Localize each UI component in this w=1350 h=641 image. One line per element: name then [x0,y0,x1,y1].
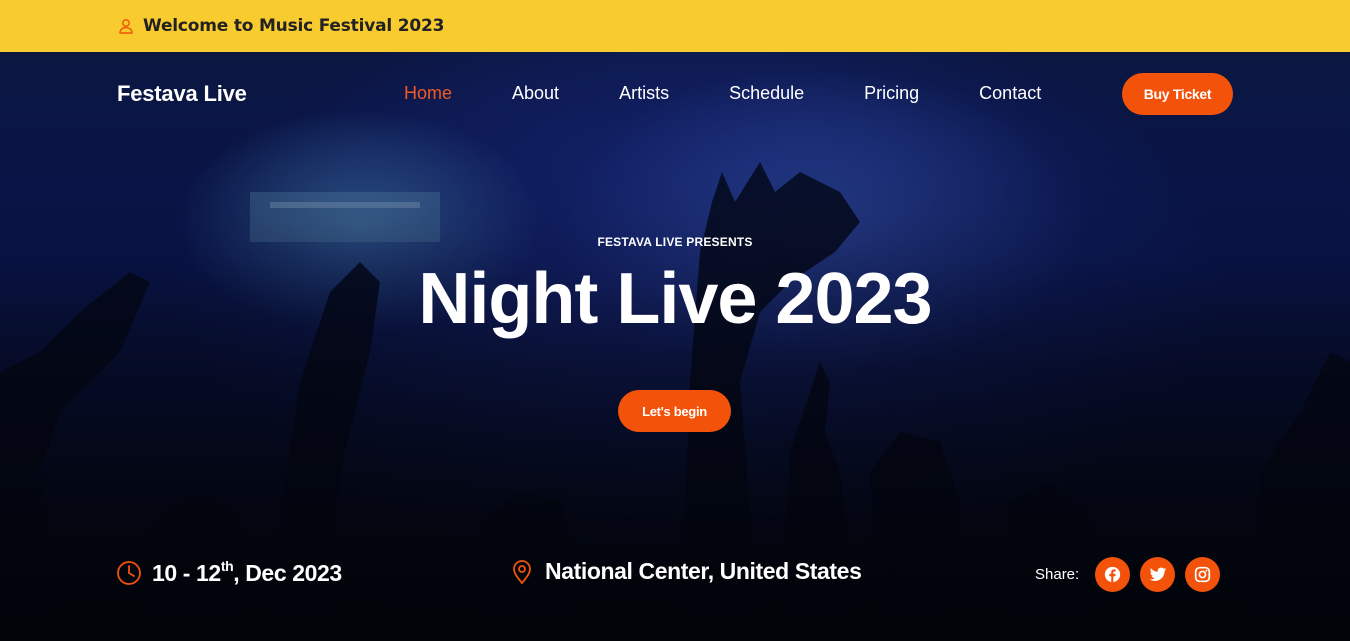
user-icon [118,18,134,34]
date-end: , Dec 2023 [233,560,342,586]
map-pin-icon [509,559,535,585]
welcome-topbar: Welcome to Music Festival 2023 [0,0,1350,52]
hero-presents: FESTAVA LIVE PRESENTS [597,235,753,249]
crowd-background [0,52,1350,641]
event-location: National Center, United States [509,558,862,585]
clock-icon [116,560,142,586]
nav-home[interactable]: Home [404,83,452,104]
share-group: Share: [1035,557,1230,592]
nav-about[interactable]: About [512,83,559,104]
welcome-text: Welcome to Music Festival 2023 [143,16,445,36]
nav-schedule[interactable]: Schedule [729,83,804,104]
date-start: 10 - 12 [152,560,221,586]
main-nav: Home About Artists Schedule Pricing Cont… [404,83,1101,104]
twitter-icon[interactable] [1140,557,1176,592]
nav-artists[interactable]: Artists [619,83,669,104]
nav-contact[interactable]: Contact [979,83,1041,104]
event-date-text: 10 - 12th, Dec 2023 [152,558,342,587]
buy-ticket-button[interactable]: Buy Ticket [1122,73,1233,115]
nav-pricing[interactable]: Pricing [864,83,919,104]
lets-begin-button[interactable]: Let's begin [618,390,731,432]
hero-title: Night Live 2023 [418,259,932,339]
facebook-icon[interactable] [1095,557,1131,592]
share-label: Share: [1035,566,1080,583]
site-logo[interactable]: Festava Live [117,81,247,107]
date-suffix: th [220,558,234,574]
hero-section: Festava Live Home About Artists Schedule… [0,52,1350,641]
event-location-text: National Center, United States [545,558,862,584]
instagram-icon[interactable] [1185,557,1221,592]
event-date: 10 - 12th, Dec 2023 [116,558,342,587]
